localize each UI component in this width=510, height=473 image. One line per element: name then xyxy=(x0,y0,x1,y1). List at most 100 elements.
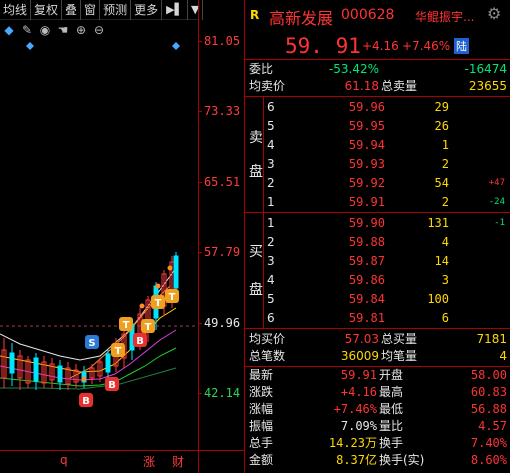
pencil-icon[interactable]: ✎ xyxy=(18,23,36,37)
total-sell-value: 23655 xyxy=(468,79,507,93)
zoom-out-icon[interactable]: ⊖ xyxy=(90,23,108,37)
diamond-marker xyxy=(26,42,34,50)
asks-volume-change: +47 xyxy=(488,178,505,188)
toolbar-item-more[interactable]: 更多 xyxy=(131,0,163,20)
avg-buy-row: 均买价 57.03 总买量 7181 xyxy=(245,331,510,347)
bids-level: 4 xyxy=(267,273,275,287)
asks-price: 59.94 xyxy=(348,138,385,152)
divider xyxy=(245,96,510,97)
signal-badge-s[interactable]: S xyxy=(85,335,99,349)
candle-body xyxy=(9,352,15,374)
signal-badge-t[interactable]: T xyxy=(141,319,155,333)
signal-badge-b[interactable]: B xyxy=(105,377,119,391)
badge-label: B xyxy=(136,336,144,347)
stock-header: R 高新发展 000628 华鲲振宇... ⚙ xyxy=(245,0,510,30)
price-axis: 81.05 73.33 65.51 57.79 49.96 42.14 xyxy=(198,0,244,473)
bids-price: 59.86 xyxy=(348,273,385,287)
stat-value: 4.57 xyxy=(478,419,507,433)
bids-price: 59.88 xyxy=(348,235,385,249)
bids-row[interactable]: 1 59.90 131 -1 xyxy=(245,214,510,232)
asks-level: 4 xyxy=(267,138,275,152)
commission-diff-value: -16474 xyxy=(464,62,507,76)
bids-row[interactable]: 5 59.84 100 xyxy=(245,290,510,308)
gear-icon[interactable]: ⚙ xyxy=(487,4,501,23)
asks-volume: 54 xyxy=(434,176,449,190)
asks-price: 59.96 xyxy=(348,100,385,114)
signal-badge-t[interactable]: T xyxy=(119,317,133,331)
total-sell-label: 总卖量 xyxy=(381,79,418,93)
avg-buy-value: 57.03 xyxy=(344,332,379,346)
zhang-label[interactable]: 涨 xyxy=(143,453,155,470)
stat-label: 涨幅 xyxy=(249,402,274,416)
asks-row[interactable]: 4 59.94 1 xyxy=(245,136,510,154)
toolbar-item-adjust[interactable]: 复权 xyxy=(31,0,63,20)
zoom-in-icon[interactable]: ⊕ xyxy=(72,23,90,37)
last-price: 59. 91 xyxy=(285,34,361,58)
asks-row[interactable]: 5 59.95 26 xyxy=(245,117,510,135)
bids-level: 3 xyxy=(267,254,275,268)
signal-badge-t[interactable]: T xyxy=(151,295,165,309)
stat-label: 金额 xyxy=(249,453,274,467)
price-tick: 65.51 xyxy=(198,175,245,189)
stat-value: 8.60% xyxy=(470,453,507,467)
badge-label: S xyxy=(88,338,95,349)
related-link[interactable]: 华鲲振宇... xyxy=(415,8,474,25)
asks-volume: 2 xyxy=(441,195,449,209)
trade-count-value: 36009 xyxy=(340,349,379,363)
eye-icon[interactable]: ◉ xyxy=(36,23,54,37)
period-label[interactable]: q xyxy=(60,453,68,467)
signal-dot xyxy=(81,376,87,382)
bids-price: 59.87 xyxy=(348,254,385,268)
toolbar-item-window[interactable]: 窗 xyxy=(81,0,101,20)
avg-sell-label: 均卖价 xyxy=(249,79,286,93)
toolbar-item-overlay[interactable]: 叠 xyxy=(62,0,82,20)
diamond-icon[interactable]: ◆ xyxy=(0,23,18,37)
price-row: 59. 91 +4.16 +7.46% 陆 xyxy=(245,30,510,60)
signal-badge-b[interactable]: B xyxy=(133,333,147,347)
trade-count-label: 总笔数 xyxy=(249,349,286,363)
stat-label: 振幅 xyxy=(249,419,274,433)
price-change: +4.16 xyxy=(362,39,399,53)
bids-level: 1 xyxy=(267,216,275,230)
stats-row: 金额 8.37亿 换手(实) 8.60% xyxy=(245,453,510,469)
stats-row: 总手 14.23万 换手 7.40% xyxy=(245,436,510,452)
bids-level: 6 xyxy=(267,311,275,325)
asks-row[interactable]: 2 59.92 54 +47 xyxy=(245,174,510,192)
badge-label: B xyxy=(82,396,90,407)
divider xyxy=(245,328,510,329)
hand-icon[interactable]: ☚ xyxy=(54,23,72,37)
bids-row[interactable]: 6 59.81 6 xyxy=(245,309,510,327)
signal-badge-t[interactable]: T xyxy=(165,289,179,303)
avg-sell-row: 均卖价 61.18 总卖量 23655 xyxy=(245,78,510,94)
asks-row[interactable]: 1 59.91 2 -24 xyxy=(245,193,510,211)
asks-volume: 2 xyxy=(441,157,449,171)
chart-toolbar: 均线 复权 叠 窗 预测 更多 ▶▌ ▼ xyxy=(0,0,204,20)
toolbar-item-ma[interactable]: 均线 xyxy=(0,0,32,20)
pin-icon[interactable]: ▶▌ xyxy=(162,0,189,20)
badge-label: T xyxy=(155,298,162,309)
candle-body xyxy=(33,357,39,382)
bids-row[interactable]: 4 59.86 3 xyxy=(245,271,510,289)
signal-badge-t[interactable]: T xyxy=(111,343,125,357)
stat-value: 59.91 xyxy=(340,368,377,382)
avg-trade-value: 4 xyxy=(499,349,507,363)
asks-row[interactable]: 3 59.93 2 xyxy=(245,155,510,173)
stats-row: 最新 59.91 开盘 58.00 xyxy=(245,368,510,384)
asks-level: 1 xyxy=(267,195,275,209)
candle-body xyxy=(105,353,111,373)
signal-badge-b[interactable]: B xyxy=(79,393,93,407)
asks-volume-change: -24 xyxy=(488,197,505,207)
bids-row[interactable]: 3 59.87 14 xyxy=(245,252,510,270)
bids-row[interactable]: 2 59.88 4 xyxy=(245,233,510,251)
asks-row[interactable]: 6 59.96 29 xyxy=(245,98,510,116)
candlestick-chart[interactable]: BBBSTT TTT xyxy=(0,38,198,450)
asks-price: 59.91 xyxy=(348,195,385,209)
stat-value: 7.40% xyxy=(470,436,507,450)
avg-buy-label: 均买价 xyxy=(249,332,286,346)
toolbar-item-forecast[interactable]: 预测 xyxy=(100,0,132,20)
price-tick: 81.05 xyxy=(198,34,245,48)
total-buy-value: 7181 xyxy=(476,332,507,346)
cai-label[interactable]: 财 xyxy=(172,453,184,470)
asks-volume: 29 xyxy=(434,100,449,114)
commission-ratio-label: 委比 xyxy=(249,62,274,76)
